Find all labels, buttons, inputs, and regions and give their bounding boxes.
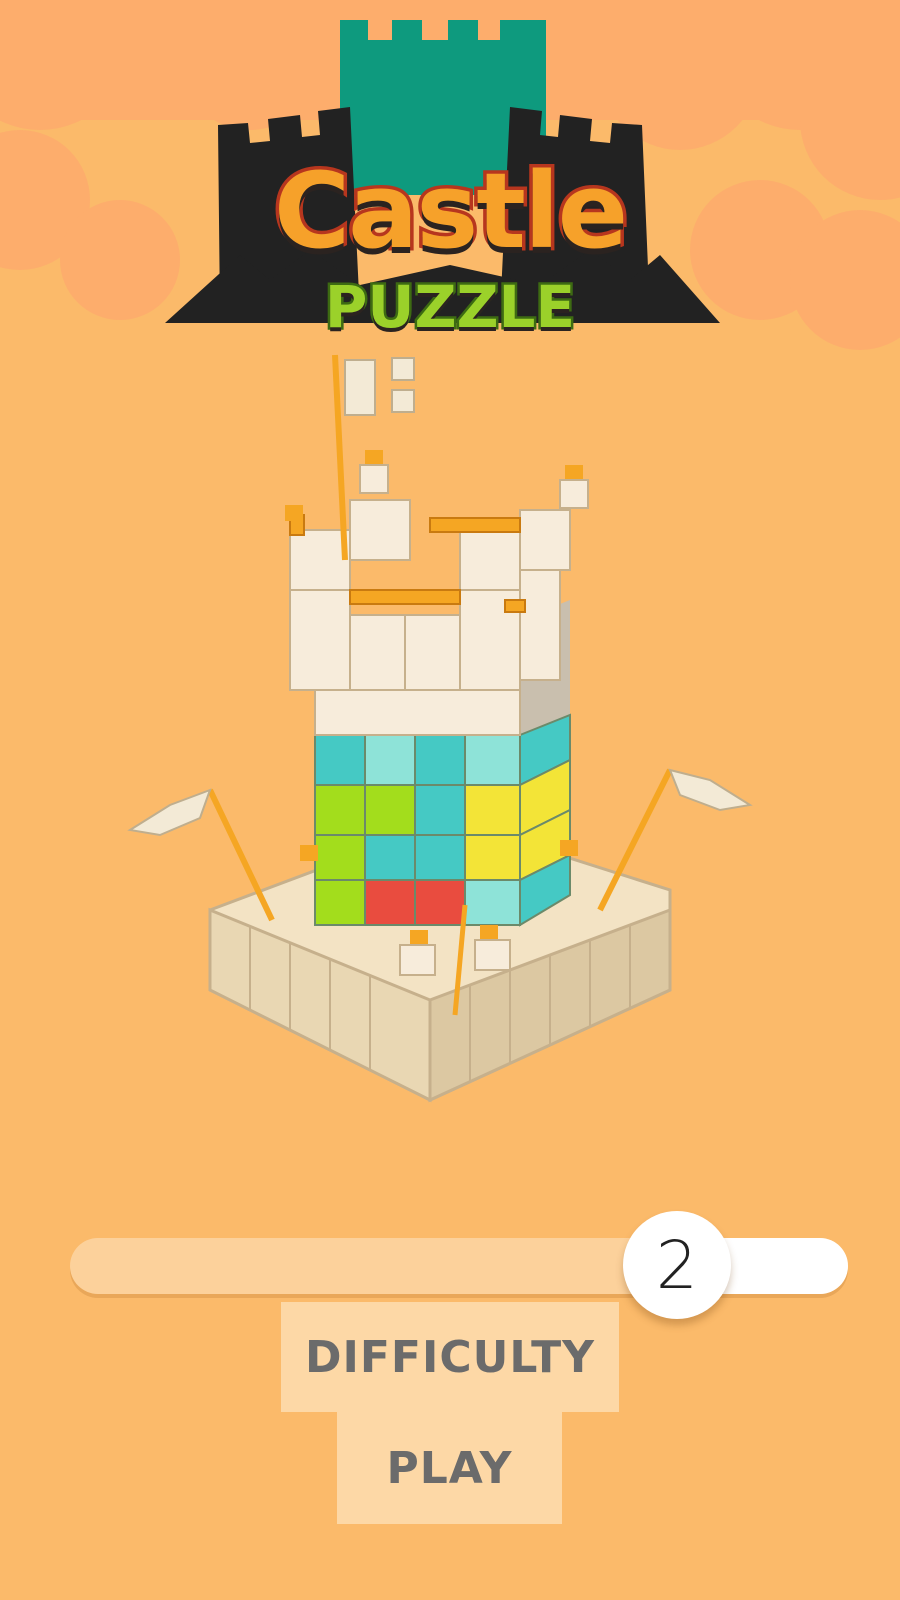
logo-title: Castle [270,147,631,276]
block-lime [314,784,366,836]
logo-subtitle: PUZZLE [322,271,577,344]
difficulty-slider[interactable]: 2 [70,1211,848,1319]
slider-thumb[interactable]: 2 [622,1211,731,1319]
block-teal [314,734,366,786]
slider-track[interactable] [70,1238,848,1294]
castle-tower-illustration [127,354,753,1103]
game-logo: Castle PUZZLE [160,15,740,355]
block-red [364,879,416,926]
play-button[interactable]: PLAY [337,1412,562,1524]
difficulty-button[interactable]: DIFFICULTY [281,1302,619,1412]
block-yellow [464,784,521,836]
